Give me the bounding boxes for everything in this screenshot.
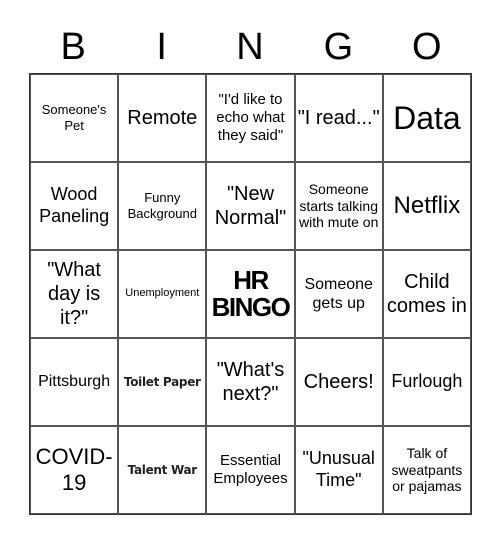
bingo-cell[interactable]: "What day is it?" <box>30 250 119 338</box>
bingo-cell[interactable]: Remote <box>118 74 207 162</box>
bingo-cell[interactable]: Wood Paneling <box>30 162 119 250</box>
bingo-cell[interactable]: Talent War <box>118 426 207 514</box>
header-letter-i: I <box>156 26 167 68</box>
bingo-cell[interactable]: Toilet Paper <box>118 338 207 426</box>
bingo-cell[interactable]: Essential Employees <box>206 426 295 514</box>
bingo-cell[interactable]: Pittsburgh <box>30 338 119 426</box>
header-letter-g: G <box>323 26 354 68</box>
bingo-cell[interactable]: Furlough <box>382 338 471 426</box>
bingo-cell[interactable]: "Unusual Time" <box>294 426 383 514</box>
header-letter-n: N <box>236 26 264 68</box>
bingo-cell[interactable]: "New Normal" <box>206 162 295 250</box>
bingo-cell[interactable]: Funny Background <box>118 162 207 250</box>
bingo-header: B I N G O <box>29 22 471 72</box>
header-letter-b: B <box>60 26 86 68</box>
free-space-logo: HR BINGO <box>206 250 295 338</box>
bingo-cell[interactable]: Someone gets up <box>294 250 383 338</box>
bingo-cell[interactable]: Unemployment <box>118 250 207 338</box>
bingo-cell[interactable]: "I'd like to echo what they said" <box>206 74 295 162</box>
bingo-cell[interactable]: "What's next?" <box>206 338 295 426</box>
bingo-cell[interactable]: Someone starts talking with mute on <box>294 162 383 250</box>
bingo-card: Someone's Pet Remote "I'd like to echo w… <box>29 73 472 515</box>
bingo-cell[interactable]: Netflix <box>382 162 471 250</box>
bingo-cell[interactable]: Data <box>382 74 471 162</box>
bingo-cell[interactable]: COVID-19 <box>30 426 119 514</box>
bingo-cell[interactable]: Cheers! <box>294 338 383 426</box>
bingo-cell[interactable]: Child comes in <box>382 250 471 338</box>
bingo-cell[interactable]: Talk of sweatpants or pajamas <box>382 426 471 514</box>
header-letter-o: O <box>412 26 442 68</box>
bingo-cell[interactable]: Someone's Pet <box>30 74 119 162</box>
bingo-cell[interactable]: "I read..." <box>294 74 383 162</box>
